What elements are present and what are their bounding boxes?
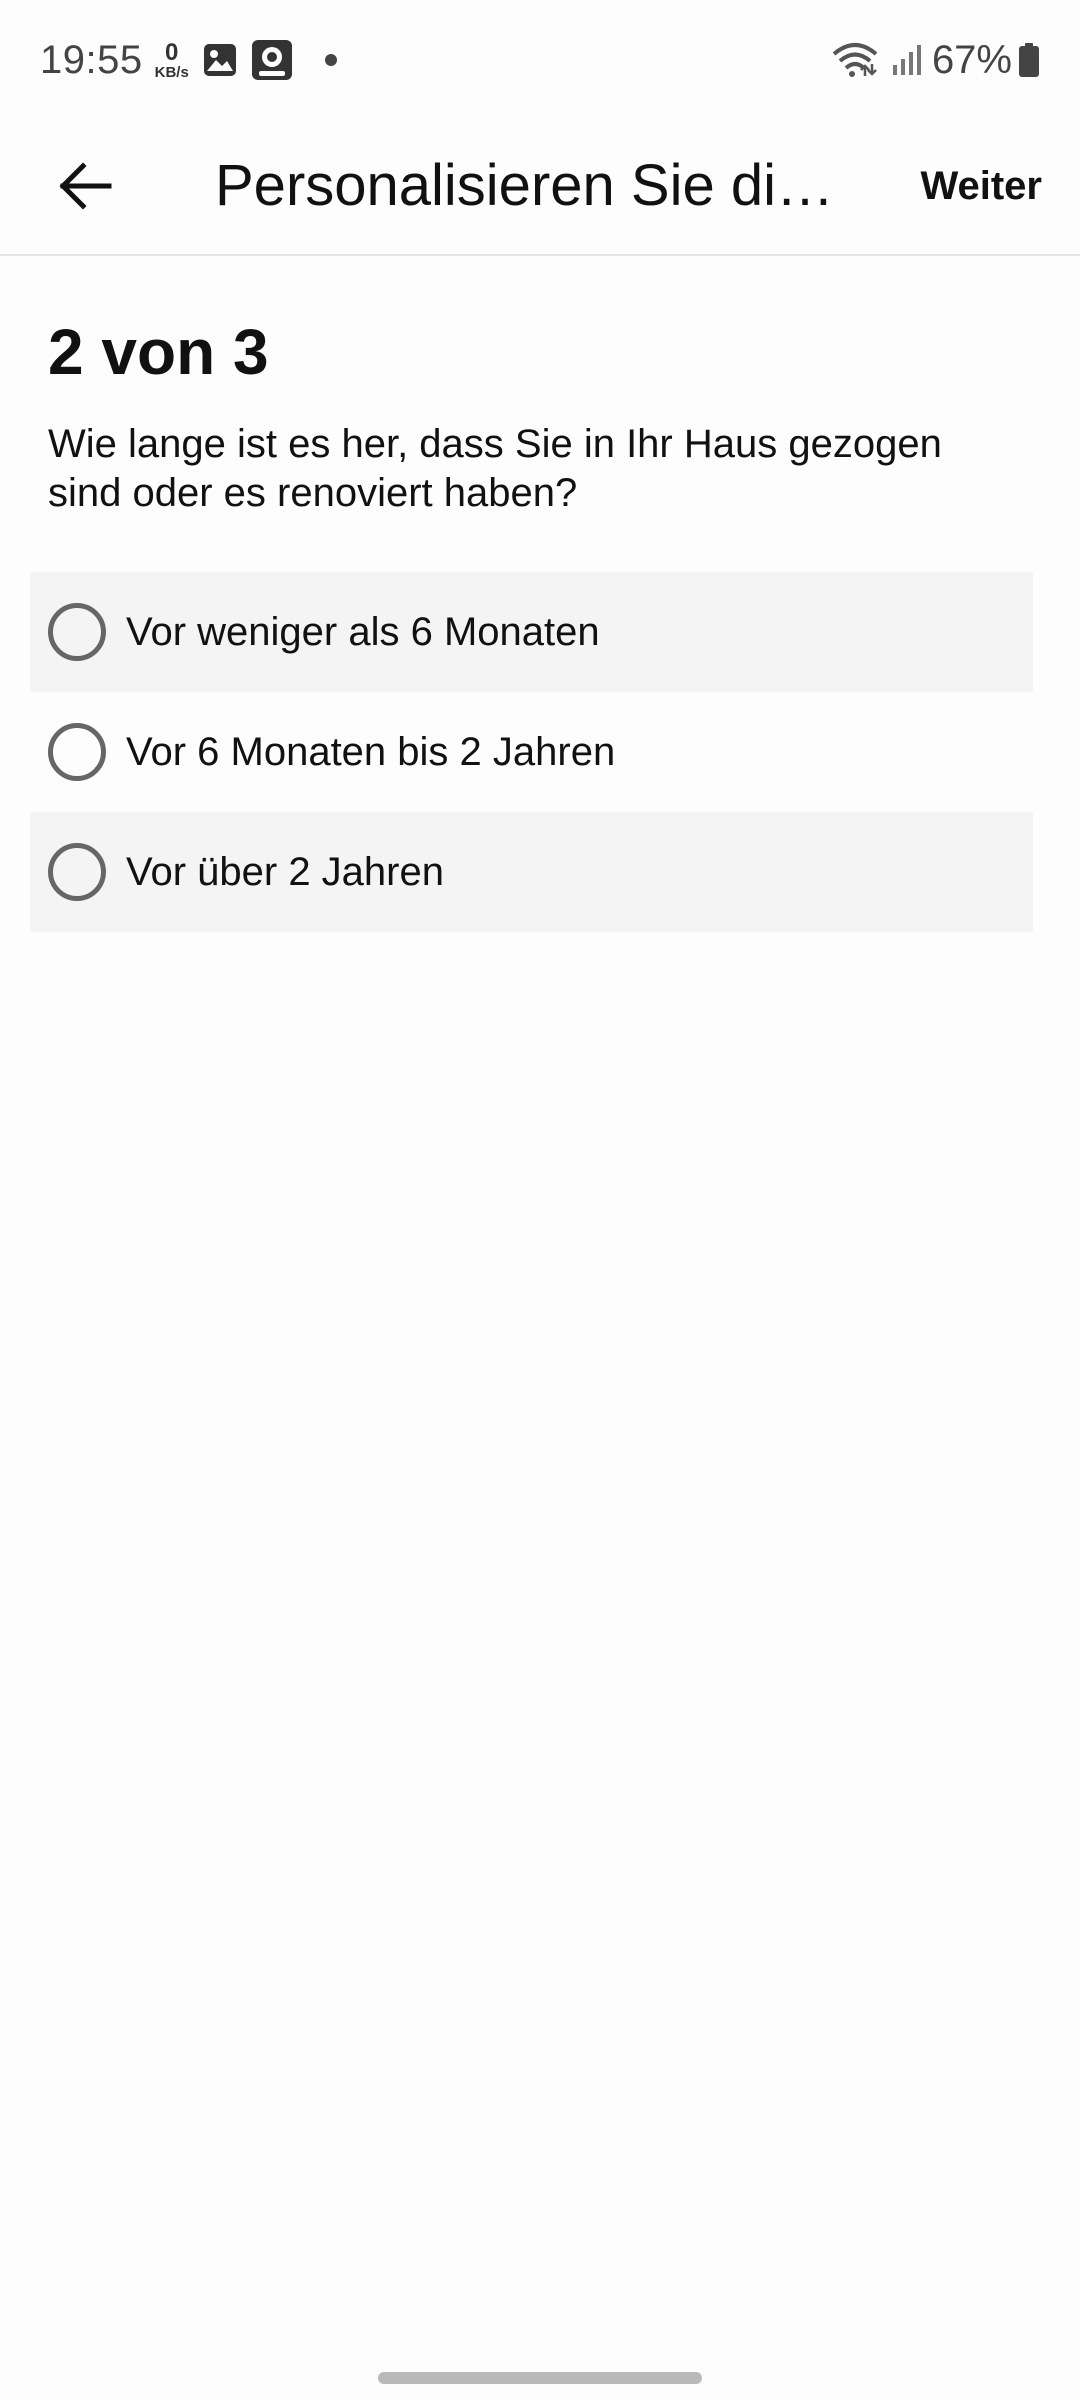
home-indicator[interactable]	[378, 2372, 702, 2384]
notification-dot-icon	[324, 54, 337, 66]
status-bar-right: 67%	[818, 38, 1040, 83]
back-button[interactable]	[40, 148, 130, 228]
next-button[interactable]: Weiter	[920, 146, 1042, 226]
option-label: Vor weniger als 6 Monaten	[126, 609, 600, 654]
radio-button[interactable]	[48, 603, 106, 661]
data-rate-value: 0	[165, 38, 179, 66]
status-bar: 19:55 0 KB/s 67%	[0, 0, 1080, 120]
radio-button[interactable]	[48, 843, 106, 901]
question-text: Wie lange ist es her, dass Sie in Ihr Ha…	[48, 422, 942, 515]
option-over-2-years[interactable]: Vor über 2 Jahren	[30, 812, 1033, 932]
gallery-icon	[203, 43, 237, 77]
status-bar-left: 19:55 0 KB/s	[40, 38, 337, 83]
page-title: Personalisieren Sie di…	[215, 153, 834, 218]
app-bar: Personalisieren Sie di… Weiter	[0, 120, 1080, 256]
option-label: Vor 6 Monaten bis 2 Jahren	[126, 729, 616, 774]
wifi-icon	[832, 42, 878, 78]
step-counter: 2 von 3	[48, 316, 269, 388]
data-rate-indicator: 0 KB/s	[154, 38, 189, 81]
option-less-than-6-months[interactable]: Vor weniger als 6 Monaten	[30, 572, 1033, 692]
screen: 19:55 0 KB/s 67% Personalisieren Sie di……	[0, 0, 1080, 2400]
radio-button[interactable]	[48, 723, 106, 781]
option-label: Vor über 2 Jahren	[126, 849, 444, 894]
battery-icon	[1018, 42, 1040, 78]
signal-icon	[892, 43, 922, 77]
data-rate-unit: KB/s	[154, 63, 189, 81]
status-time: 19:55	[40, 37, 143, 82]
camera-app-icon	[251, 39, 293, 81]
arrow-left-icon	[57, 161, 113, 215]
option-6-months-to-2-years[interactable]: Vor 6 Monaten bis 2 Jahren	[30, 692, 1033, 812]
battery-percentage: 67%	[931, 37, 1012, 82]
answer-options: Vor weniger als 6 Monaten Vor 6 Monaten …	[30, 572, 1033, 932]
